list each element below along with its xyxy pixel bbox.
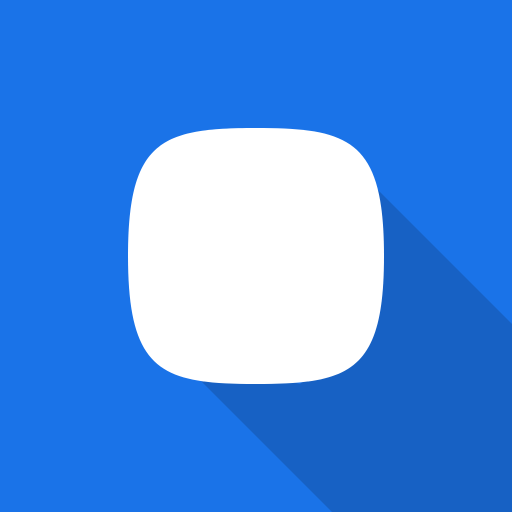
app-icon bbox=[0, 0, 512, 512]
white-squircle-shape bbox=[128, 128, 384, 384]
squircle-icon bbox=[0, 0, 512, 512]
